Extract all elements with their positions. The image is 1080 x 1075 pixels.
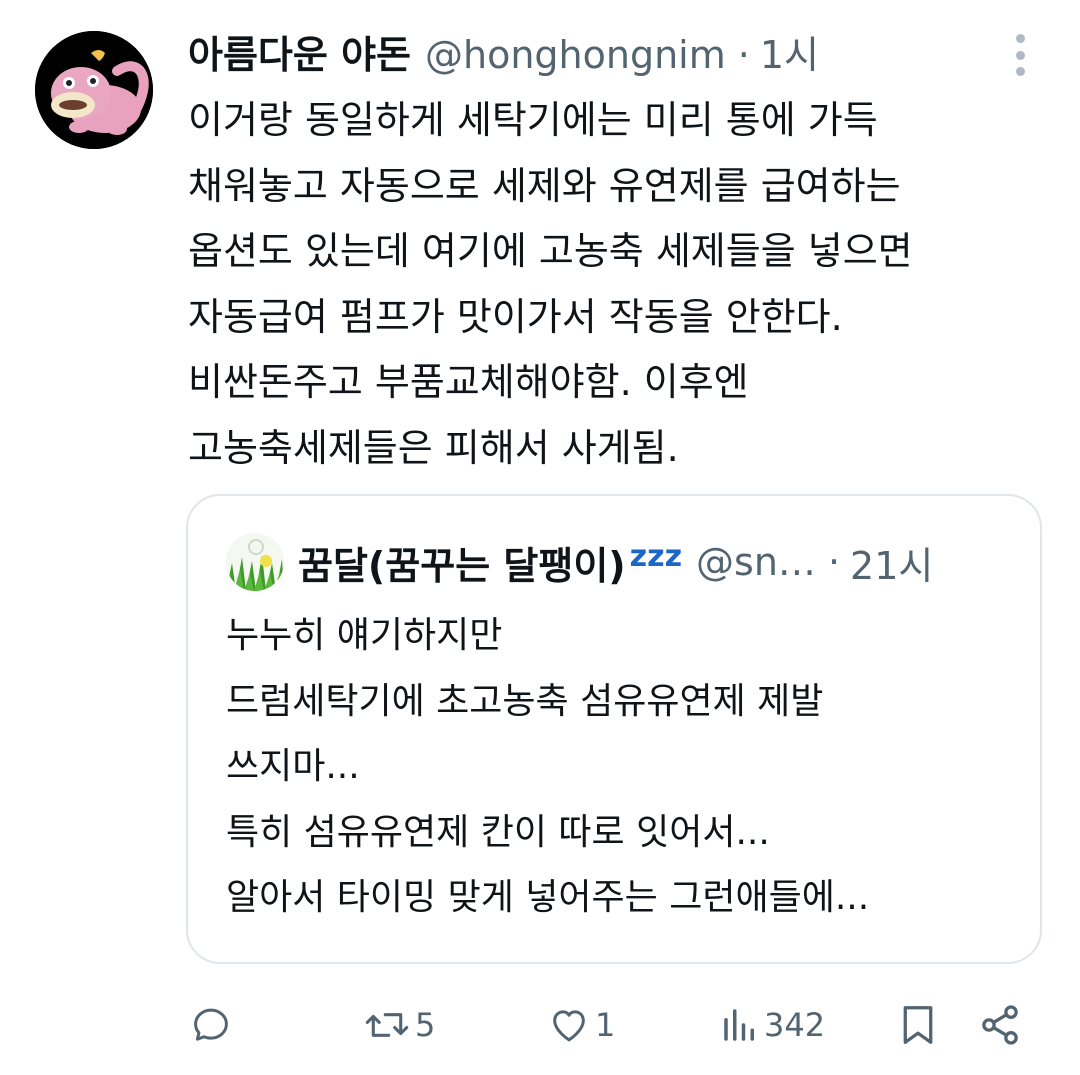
like-count: 1 [595, 1006, 616, 1044]
tweet-text-line: 채워놓고 자동으로 세제와 유연제를 급여하는 [188, 163, 901, 208]
share-button[interactable] [978, 992, 1022, 1058]
tweet-text-line: 고농축세제들은 피해서 사게됨. [188, 425, 679, 470]
more-dot [1015, 34, 1025, 43]
quoted-text-line: 특히 섬유유연제 칸이 따로 잇어서... [226, 811, 770, 853]
tweet-timestamp[interactable]: 1시 [760, 24, 819, 86]
share-icon [982, 1005, 1018, 1045]
tweet-text-line: 비싼돈주고 부품교체해야함. 이후엔 [188, 360, 749, 404]
more-dot [1015, 67, 1025, 76]
quoted-text-line: 쓰지마... [226, 746, 360, 787]
bookmark-icon [903, 1006, 933, 1044]
quoted-header-separator: · [827, 540, 841, 584]
quoted-text-line: 드럼세탁기에 초고농축 섬유유연제 제발 [226, 680, 824, 722]
tweet-text-line: 자동급여 펌프가 맛이가서 작동을 안한다. [188, 294, 843, 339]
retweet-count: 5 [415, 1006, 436, 1044]
quoted-text-line: 알아서 타이밍 맞게 넣어주는 그런애들에... [226, 877, 870, 918]
quoted-author-display-name[interactable]: 꿈달(꿈꾸는 달팽이) [298, 535, 626, 590]
author-display-name[interactable]: 아름다운 야돈 [188, 24, 411, 86]
quoted-tweet-timestamp[interactable]: 21시 [850, 535, 933, 590]
author-handle[interactable]: @honghongnim [425, 24, 726, 86]
views-button[interactable]: 342 [720, 992, 825, 1058]
slowpoke-avatar-image [35, 31, 153, 149]
quoted-author-handle[interactable]: @sn… [696, 540, 816, 584]
quoted-tweet-card[interactable]: 꿈달(꿈꾸는 달팽이) zzz @sn… · 21시 누누히 얘기하지만 드럼세… [186, 494, 1042, 964]
tweet-action-bar: 5 1 342 [0, 992, 1080, 1058]
reply-button[interactable] [190, 992, 236, 1058]
bookmark-button[interactable] [898, 992, 938, 1058]
views-icon [724, 1009, 754, 1041]
zzz-emoji-icon: zzz [629, 538, 683, 574]
more-dot [1015, 50, 1025, 60]
like-button[interactable]: 1 [547, 992, 615, 1058]
quoted-text-line: 누누히 얘기하지만 [226, 615, 503, 656]
quoted-tweet-text: 누누히 얘기하지만 드럼세탁기에 초고농축 섬유유연제 제발 쓰지마... 특히… [226, 603, 1026, 931]
retweet-icon [365, 1013, 409, 1037]
reply-icon [194, 1008, 228, 1041]
retweet-button[interactable]: 5 [363, 992, 435, 1058]
more-options-icon[interactable] [1006, 34, 1034, 76]
tweet-text-line: 이거랑 동일하게 세탁기에는 미리 통에 가득 [188, 98, 878, 142]
views-count: 342 [764, 1006, 826, 1044]
author-avatar[interactable] [35, 31, 153, 149]
tweet-text-line: 옵션도 있는데 여기에 고농축 세제들을 넣으면 [188, 229, 913, 273]
heart-icon [553, 1010, 585, 1042]
header-separator: · [737, 33, 750, 77]
tweet-text: 이거랑 동일하게 세탁기에는 미리 통에 가득 채워놓고 자동으로 세제와 유연… [188, 88, 1048, 481]
quoted-author-avatar[interactable] [226, 533, 284, 591]
tweet-header: 아름다운 야돈 @honghongnim · 1시 [188, 24, 819, 86]
grass-snail-avatar-image [226, 533, 284, 591]
quoted-tweet-header: 꿈달(꿈꾸는 달팽이) zzz @sn… · 21시 [226, 533, 933, 591]
